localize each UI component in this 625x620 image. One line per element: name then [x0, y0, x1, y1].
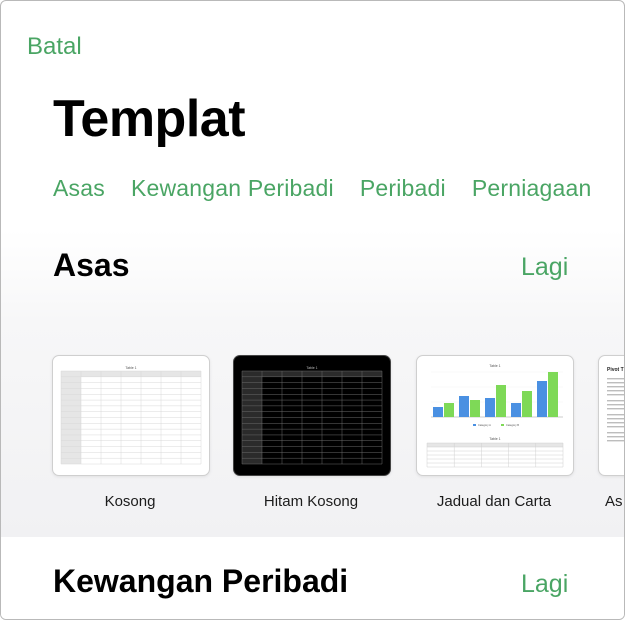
- template-thumbnail-pivot[interactable]: Pivot T: [598, 355, 624, 476]
- doc-text-line: [607, 378, 624, 380]
- template-thumbnail-kosong[interactable]: Table 1: [52, 355, 210, 476]
- sheet-title: Table 1: [125, 366, 136, 370]
- bar-b: [548, 372, 558, 417]
- templates-dialog: Batal Templat Asas Kewangan Peribadi Per…: [0, 0, 625, 620]
- doc-text-line: [607, 436, 624, 438]
- legend-label-b: Category B: [506, 423, 519, 427]
- header-row: [242, 371, 382, 377]
- pivot-doc-preview: Pivot T: [607, 367, 624, 442]
- template-thumbnail-jadual-dan-carta[interactable]: Table 1 Category A Category B Table 1: [416, 355, 574, 476]
- cancel-button[interactable]: Batal: [27, 33, 82, 61]
- bar-b: [470, 400, 480, 417]
- doc-text-line: [607, 432, 624, 434]
- doc-text-line: [607, 386, 624, 388]
- more-button-kewangan-peribadi[interactable]: Lagi: [521, 570, 568, 599]
- mini-table: [426, 442, 564, 468]
- template-label-jadual-dan-carta: Jadual dan Carta: [436, 493, 552, 510]
- header-row: [61, 371, 201, 377]
- doc-text-line: [607, 404, 624, 406]
- legend-swatch-a: [473, 424, 476, 426]
- tab-perniagaan[interactable]: Perniagaan: [472, 175, 592, 202]
- legend-swatch-b: [501, 424, 504, 426]
- template-thumbnail-hitam-kosong[interactable]: Table 1: [233, 355, 391, 476]
- doc-text-lines: [607, 378, 624, 442]
- bar-a: [459, 396, 469, 417]
- dark-sheet-preview: Table 1: [241, 366, 383, 465]
- tab-peribadi[interactable]: Peribadi: [360, 175, 446, 202]
- template-label-hitam-kosong: Hitam Kosong: [263, 493, 359, 510]
- table-header-row: [427, 443, 563, 447]
- doc-text-line: [607, 390, 624, 392]
- doc-text-line: [607, 394, 624, 396]
- sheet-grid: [60, 370, 202, 465]
- bar-a: [511, 403, 521, 417]
- doc-text-line: [607, 414, 624, 416]
- blank-sheet-preview: Table 1: [60, 366, 202, 465]
- template-label-partial: As: [605, 493, 623, 510]
- doc-text-line: [607, 426, 624, 428]
- section-title-kewangan-peribadi: Kewangan Peribadi: [53, 563, 349, 599]
- page-title: Templat: [53, 90, 246, 148]
- template-label-kosong: Kosong: [104, 493, 156, 510]
- doc-text-line: [607, 400, 624, 402]
- bar-b: [444, 403, 454, 417]
- tab-asas[interactable]: Asas: [53, 175, 105, 202]
- tab-kewangan-peribadi[interactable]: Kewangan Peribadi: [131, 175, 334, 202]
- bar-a: [485, 398, 495, 417]
- doc-text-line: [607, 418, 624, 420]
- doc-title: Pivot T: [607, 367, 624, 373]
- doc-text-line: [607, 408, 624, 410]
- sheet-title: Table 1: [306, 366, 317, 370]
- bar-a: [537, 381, 547, 417]
- sheet-grid: [241, 370, 383, 465]
- chart-table-preview: Table 1 Category A Category B Table 1: [426, 364, 564, 468]
- legend-label-a: Category A: [478, 423, 491, 427]
- section-title-asas: Asas: [53, 247, 130, 283]
- bar-b: [496, 385, 506, 417]
- doc-text-line: [607, 382, 624, 384]
- more-button-asas[interactable]: Lagi: [521, 253, 568, 282]
- chart-bars: [433, 372, 558, 417]
- doc-text-line: [607, 422, 624, 424]
- doc-text-line: [607, 440, 624, 442]
- category-tabs: Asas Kewangan Peribadi Peribadi Perniaga…: [53, 175, 591, 202]
- bar-b: [522, 391, 532, 417]
- table-title: Table 1: [489, 437, 500, 441]
- bar-a: [433, 407, 443, 417]
- chart-title: Table 1: [489, 364, 500, 368]
